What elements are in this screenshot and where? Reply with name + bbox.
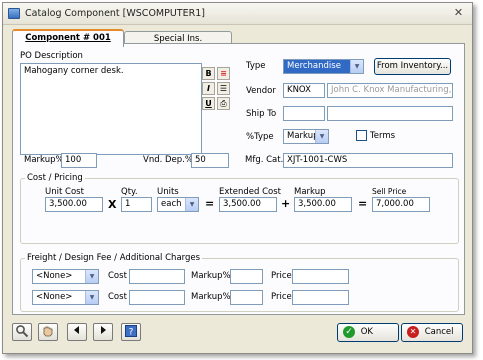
unit-cost-label: Unit Cost <box>45 187 84 197</box>
markup-label: Markup <box>294 187 326 197</box>
color-bars-icon[interactable]: ≡ <box>217 67 230 80</box>
vendor-code-input[interactable]: KNOX <box>283 83 325 98</box>
terms-label: Terms <box>370 131 396 141</box>
units-label: Units <box>157 187 179 197</box>
next-icon[interactable] <box>93 323 113 341</box>
sell-price-input[interactable]: 7,000.00 <box>372 197 430 212</box>
freight-cost-input-1[interactable] <box>129 269 185 284</box>
checkmark-icon: ✓ <box>343 325 355 338</box>
print-icon[interactable]: ⎙ <box>217 97 230 110</box>
type-value: Merchandise <box>287 61 341 71</box>
hand-icon[interactable] <box>38 323 58 341</box>
chevron-down-icon: ▼ <box>85 291 98 304</box>
window-title: Catalog Component [WSCOMPUTER1] <box>25 8 205 19</box>
freight-cost-input-2[interactable] <box>129 290 185 305</box>
vendor-label: Vendor <box>246 86 276 96</box>
cost-pricing-title: Cost / Pricing <box>25 173 85 183</box>
freight-type-select-2[interactable]: <None> ▼ <box>32 290 99 305</box>
freight-markup-label-1: Markup% <box>191 271 231 281</box>
freight-cost-label-1: Cost <box>108 271 127 281</box>
pct-type-select[interactable]: Markup ▼ <box>283 129 329 144</box>
component-panel: PO Description Mahogany corner desk. B ≡… <box>12 43 465 315</box>
equals-sign-2: = <box>358 197 368 210</box>
app-icon <box>8 8 20 19</box>
from-inventory-button[interactable]: From Inventory... <box>374 58 451 75</box>
ship-to-code-input[interactable] <box>283 106 325 121</box>
bold-icon[interactable]: B <box>202 67 215 80</box>
prev-icon[interactable] <box>67 323 87 341</box>
chevron-down-icon: ▼ <box>185 198 198 211</box>
extended-cost-input[interactable]: 3,500.00 <box>219 197 277 212</box>
units-value: each <box>161 199 182 209</box>
chevron-down-icon: ▼ <box>315 130 328 143</box>
extended-cost-label: Extended Cost <box>219 187 281 197</box>
pct-type-label: %Type <box>246 132 274 142</box>
qty-label: Qty. <box>121 187 138 197</box>
freight-cost-label-2: Cost <box>108 292 127 302</box>
markup-input[interactable]: 3,500.00 <box>294 197 352 212</box>
freight-title: Freight / Design Fee / Additional Charge… <box>25 253 203 263</box>
sell-price-label: Sell Price <box>372 187 407 196</box>
mfg-cat-input[interactable]: XJT-1001-CWS <box>283 153 453 168</box>
freight-markup-label-2: Markup% <box>191 292 231 302</box>
cancel-button[interactable]: ✕ Cancel <box>401 323 463 342</box>
help-icon[interactable]: ? <box>121 323 141 341</box>
freight-price-input-1[interactable] <box>292 269 349 284</box>
freight-price-input-2[interactable] <box>292 290 349 305</box>
search-icon[interactable] <box>12 323 32 341</box>
unit-cost-input[interactable]: 3,500.00 <box>45 197 103 212</box>
cancel-x-icon: ✕ <box>407 325 419 338</box>
vnd-dep-pct-input[interactable]: 50 <box>191 153 229 168</box>
align-icon[interactable]: ☰ <box>217 82 230 95</box>
times-sign: X <box>108 198 117 211</box>
pct-type-value: Markup <box>287 131 319 141</box>
freight-markup-input-1[interactable] <box>230 269 263 284</box>
tab-component[interactable]: Component # 001 <box>12 29 124 47</box>
ok-label: OK <box>360 327 373 337</box>
plus-sign: + <box>281 197 291 210</box>
ship-to-name-input[interactable] <box>327 106 453 121</box>
type-label: Type <box>246 61 266 71</box>
markup-pct-label: Markup% <box>24 155 64 165</box>
italic-icon[interactable]: I <box>202 82 215 95</box>
type-select[interactable]: Merchandise ▼ <box>283 59 364 74</box>
units-select[interactable]: each ▼ <box>157 197 199 212</box>
chevron-down-icon: ▼ <box>350 60 363 73</box>
catalog-component-window: Catalog Component [WSCOMPUTER1] ✕ Compon… <box>2 2 473 354</box>
po-description-textarea[interactable]: Mahogany corner desk. <box>20 63 202 155</box>
title-bar: Catalog Component [WSCOMPUTER1] ✕ <box>3 3 472 25</box>
terms-checkbox[interactable] <box>356 130 367 141</box>
qty-input[interactable]: 1 <box>121 197 152 212</box>
freight-type-value-1: <None> <box>36 271 73 281</box>
vnd-dep-pct-label: Vnd. Dep.% <box>143 155 193 165</box>
freight-price-label-2: Price <box>271 292 292 302</box>
close-icon[interactable]: ✕ <box>451 6 466 21</box>
freight-markup-input-2[interactable] <box>230 290 263 305</box>
freight-type-select-1[interactable]: <None> ▼ <box>32 269 99 284</box>
ship-to-label: Ship To <box>246 109 277 119</box>
freight-price-label-1: Price <box>271 271 292 281</box>
tab-component-label: Component # 001 <box>25 33 111 43</box>
svg-text:?: ? <box>129 328 134 338</box>
freight-type-value-2: <None> <box>36 292 73 302</box>
mfg-cat-label: Mfg. Cat. <box>245 155 284 165</box>
vendor-name-input: John C. Knox Manufacturing, In <box>327 83 453 98</box>
ok-button[interactable]: ✓ OK <box>337 323 399 342</box>
equals-sign-1: = <box>205 197 215 210</box>
chevron-down-icon: ▼ <box>85 270 98 283</box>
po-description-label: PO Description <box>20 51 83 61</box>
markup-pct-input[interactable]: 100 <box>61 153 97 168</box>
underline-icon[interactable]: U <box>202 97 215 110</box>
cancel-label: Cancel <box>424 327 454 337</box>
